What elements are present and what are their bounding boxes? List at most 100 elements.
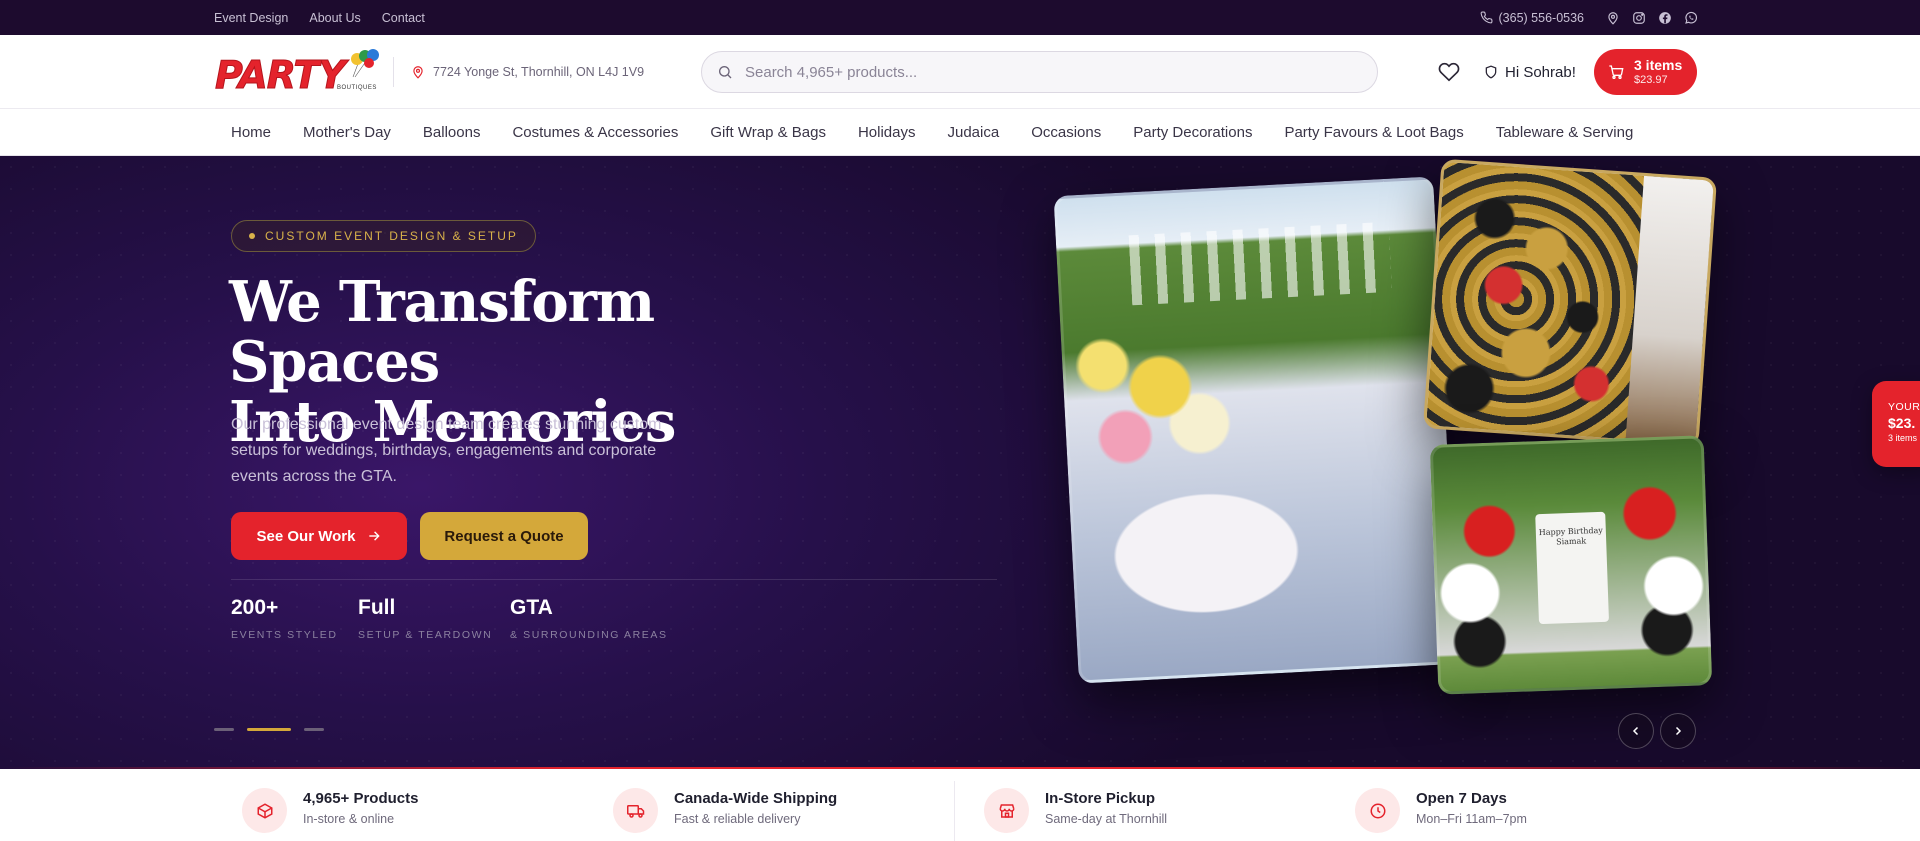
- nav-item-home[interactable]: Home: [215, 124, 287, 141]
- site-logo[interactable]: PARTY BOUTIQUES: [215, 47, 379, 98]
- cart-total: $23.97: [1634, 74, 1668, 86]
- prev-slide-button[interactable]: [1618, 713, 1654, 749]
- feature-title: 4,965+ Products: [303, 790, 419, 807]
- stat-setup: Full SETUP & TEARDOWN: [358, 596, 492, 641]
- hero-subtext: Our professional event design team creat…: [231, 416, 662, 485]
- feature-shipping: Canada-Wide Shipping Fast & reliable del…: [613, 788, 837, 833]
- floating-cart-count: 3 items: [1888, 433, 1918, 443]
- cart-button[interactable]: 3 items $23.97: [1594, 49, 1697, 95]
- photo-birthday-arch: Happy Birthday Siamak: [1429, 435, 1713, 695]
- nav-item-occasions[interactable]: Occasions: [1015, 124, 1117, 141]
- nav-item-tableware[interactable]: Tableware & Serving: [1480, 124, 1650, 141]
- hero-badge: CUSTOM EVENT DESIGN & SETUP: [231, 220, 536, 252]
- location-pin-icon: [413, 66, 423, 79]
- top-link-contact[interactable]: Contact: [382, 11, 425, 25]
- badge-text: CUSTOM EVENT DESIGN & SETUP: [265, 229, 518, 243]
- header-divider: [393, 57, 394, 87]
- photo-room: [1625, 175, 1714, 445]
- feature-icon-wrap: [1355, 788, 1400, 833]
- photo-wedding-table: [1053, 176, 1459, 684]
- nav-list: Home Mother's Day Balloons Costumes & Ac…: [215, 109, 1649, 156]
- instagram-icon[interactable]: [1632, 11, 1646, 25]
- feature-icon-wrap: [613, 788, 658, 833]
- stat-area: GTA & SURROUNDING AREAS: [510, 596, 668, 641]
- search-input[interactable]: [745, 63, 1345, 81]
- feature-desc: Fast & reliable delivery: [674, 812, 801, 826]
- store-address[interactable]: 7724 Yonge St, Thornhill, ON L4J 1V9: [411, 35, 644, 109]
- slide-indicator-1[interactable]: [214, 728, 234, 731]
- feature-desc: In-store & online: [303, 812, 395, 826]
- facebook-icon[interactable]: [1658, 11, 1672, 25]
- top-utility-bar: Event Design About Us Contact (365) 556-…: [0, 0, 1920, 35]
- search-bar[interactable]: [701, 51, 1378, 93]
- nav-item-judaica[interactable]: Judaica: [932, 124, 1016, 141]
- hero-divider: [231, 579, 997, 580]
- cart-icon: [1609, 65, 1624, 79]
- nav-item-gift-wrap[interactable]: Gift Wrap & Bags: [694, 124, 842, 141]
- arrow-right-icon: [369, 531, 381, 541]
- feature-title: Open 7 Days: [1416, 790, 1507, 807]
- stat-value: 200+: [231, 596, 279, 619]
- box-icon: [257, 802, 272, 819]
- wishlist-heart-icon[interactable]: [1438, 61, 1460, 83]
- request-quote-button[interactable]: Request a Quote: [420, 512, 588, 560]
- phone-link[interactable]: (365) 556-0536: [1480, 11, 1584, 25]
- stat-value: GTA: [510, 596, 553, 619]
- chevron-right-icon: [1675, 726, 1682, 736]
- nav-item-mothers-day[interactable]: Mother's Day: [287, 124, 407, 141]
- feature-divider: [954, 781, 955, 841]
- shield-user-icon: [1485, 65, 1497, 79]
- floating-cart-label: YOUR: [1888, 401, 1920, 413]
- site-header: PARTY BOUTIQUES 7724 Yonge St, Thornhill…: [0, 35, 1920, 109]
- feature-text: 4,965+ Products In-store & online: [303, 788, 418, 826]
- phone-icon: [1480, 11, 1492, 24]
- whatsapp-icon[interactable]: [1684, 11, 1698, 25]
- nav-item-party-decorations[interactable]: Party Decorations: [1117, 124, 1268, 141]
- truck-icon: [626, 804, 644, 818]
- photo-chairs: [1128, 221, 1392, 306]
- feature-title: In-Store Pickup: [1045, 790, 1156, 807]
- nav-item-balloons[interactable]: Balloons: [407, 124, 497, 141]
- feature-text: Open 7 Days Mon–Fri 11am–7pm: [1416, 788, 1527, 826]
- top-link-event-design[interactable]: Event Design: [214, 11, 288, 25]
- top-link-about-us[interactable]: About Us: [309, 11, 360, 25]
- top-links: Event Design About Us Contact: [214, 0, 425, 35]
- phone-number: (365) 556-0536: [1498, 10, 1584, 25]
- slide-indicator-2[interactable]: [247, 728, 291, 731]
- stat-label: SETUP & TEARDOWN: [358, 629, 493, 641]
- balloons-logo-icon: [351, 49, 379, 78]
- feature-hours: Open 7 Days Mon–Fri 11am–7pm: [1355, 788, 1527, 833]
- main-nav: Home Mother's Day Balloons Costumes & Ac…: [0, 109, 1920, 156]
- greeting-text: Hi Sohrab!: [1505, 63, 1576, 81]
- cart-summary: 3 items $23.97: [1634, 57, 1682, 87]
- account-greeting[interactable]: Hi Sohrab!: [1484, 35, 1576, 109]
- map-pin-icon[interactable]: [1606, 11, 1620, 25]
- hero-slider: CUSTOM EVENT DESIGN & SETUP We Transform…: [0, 156, 1920, 769]
- search-icon: [719, 66, 732, 79]
- feature-products: 4,965+ Products In-store & online: [242, 788, 418, 833]
- headline-line-1: We Transform Spaces: [229, 269, 655, 395]
- feature-text: In-Store Pickup Same-day at Thornhill: [1045, 788, 1167, 826]
- floating-cart-tab[interactable]: YOUR $23. 3 items: [1872, 381, 1920, 467]
- feature-icon-wrap: [242, 788, 287, 833]
- top-contacts: (365) 556-0536: [1480, 0, 1698, 35]
- nav-item-holidays[interactable]: Holidays: [842, 124, 932, 141]
- stat-value: Full: [358, 596, 396, 619]
- chevron-left-icon: [1632, 726, 1639, 736]
- stat-events: 200+ EVENTS STYLED: [231, 596, 338, 641]
- badge-dot: [249, 233, 255, 239]
- store-icon: [999, 803, 1014, 818]
- see-our-work-button[interactable]: See Our Work: [231, 512, 407, 560]
- photo-balloon-wall: [1422, 158, 1718, 448]
- next-slide-button[interactable]: [1660, 713, 1696, 749]
- nav-item-party-favours[interactable]: Party Favours & Loot Bags: [1268, 124, 1479, 141]
- stat-label: EVENTS STYLED: [231, 629, 338, 641]
- feature-desc: Mon–Fri 11am–7pm: [1416, 812, 1527, 826]
- feature-icon-wrap: [984, 788, 1029, 833]
- feature-desc: Same-day at Thornhill: [1045, 812, 1168, 826]
- photo-sign: Happy Birthday Siamak: [1535, 511, 1610, 625]
- cart-count: 3 items: [1634, 57, 1683, 73]
- logo-subtitle: BOUTIQUES: [337, 85, 377, 91]
- nav-item-costumes[interactable]: Costumes & Accessories: [496, 124, 694, 141]
- slide-indicator-3[interactable]: [304, 728, 324, 731]
